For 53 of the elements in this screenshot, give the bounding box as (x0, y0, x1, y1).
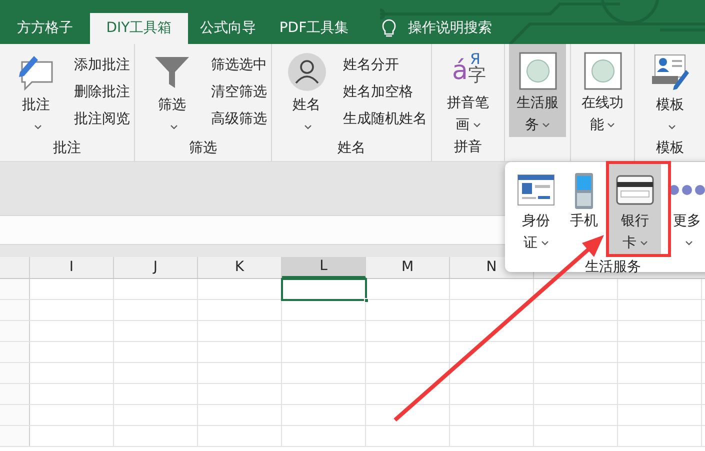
row-header[interactable] (0, 426, 30, 446)
ribbon-tab[interactable]: DIY工具箱 (90, 13, 188, 44)
group-label: 筛选 (189, 138, 217, 158)
ribbon-small-button[interactable]: 高级筛选 (211, 106, 267, 133)
row-header[interactable] (0, 321, 30, 341)
search-hint[interactable]: 操作说明搜索 (408, 18, 492, 39)
row-header[interactable] (0, 300, 30, 320)
row-header[interactable] (0, 384, 30, 404)
menu-item[interactable]: 更多 (667, 164, 705, 254)
template-card-icon (650, 52, 690, 92)
ribbon-small-button[interactable]: 清空筛选 (211, 79, 267, 106)
active-cell[interactable] (281, 278, 367, 301)
group-label: 姓名 (338, 138, 366, 158)
circle-tile-icon (518, 52, 556, 90)
column-header[interactable]: M (366, 257, 450, 278)
lightbulb-icon (382, 18, 396, 38)
menu-item[interactable]: 身份证 (513, 164, 559, 254)
column-header[interactable]: J (114, 257, 198, 278)
more-dots-icon (668, 184, 705, 196)
ribbon-button[interactable]: 模板 (639, 48, 701, 138)
row-header[interactable] (0, 405, 30, 425)
ribbon-small-button[interactable]: 筛选选中 (211, 52, 267, 79)
ribbon-small-button[interactable]: 删除批注 (74, 79, 130, 106)
ribbon-tab[interactable]: PDF工具集 (268, 13, 360, 44)
column-header[interactable]: L (282, 257, 366, 278)
menu-item[interactable]: 银行卡 (609, 164, 661, 254)
ribbon-button[interactable]: 筛选 (139, 48, 205, 138)
ribbon-small-button[interactable]: 姓名分开 (343, 52, 427, 79)
id-card-icon (517, 174, 555, 206)
ribbon-small-button[interactable]: 添加批注 (74, 52, 130, 79)
group-label: 拼音 (454, 138, 482, 156)
column-header[interactable]: I (30, 257, 114, 278)
ribbon-small-button[interactable]: 批注阅览 (74, 106, 130, 133)
ribbon-small-button[interactable]: 姓名加空格 (343, 79, 427, 106)
ribbon-tab[interactable]: 方方格子 (0, 13, 90, 44)
circle-tile-icon (584, 52, 622, 90)
group-label: 生活服务 (585, 259, 641, 275)
select-all-corner[interactable] (0, 257, 30, 278)
ribbon-tab[interactable]: 公式向导 (188, 13, 268, 44)
ribbon-small-button[interactable]: 生成随机姓名 (343, 106, 427, 133)
row-header[interactable] (0, 363, 30, 383)
ribbon-button[interactable]: 生活服务 (509, 44, 566, 137)
row-header[interactable] (0, 279, 30, 299)
ribbon-button[interactable]: 在线功能 (575, 48, 630, 137)
person-icon (286, 52, 326, 92)
row-header[interactable] (0, 342, 30, 362)
ribbon-button[interactable]: 批注 (4, 48, 68, 138)
bank-card-icon (616, 175, 654, 205)
mobile-phone-icon (574, 170, 594, 210)
column-header[interactable]: K (198, 257, 282, 278)
group-label: 批注 (53, 138, 81, 158)
ribbon-button[interactable]: 姓名 (276, 48, 337, 138)
group-label: 模板 (656, 138, 684, 158)
